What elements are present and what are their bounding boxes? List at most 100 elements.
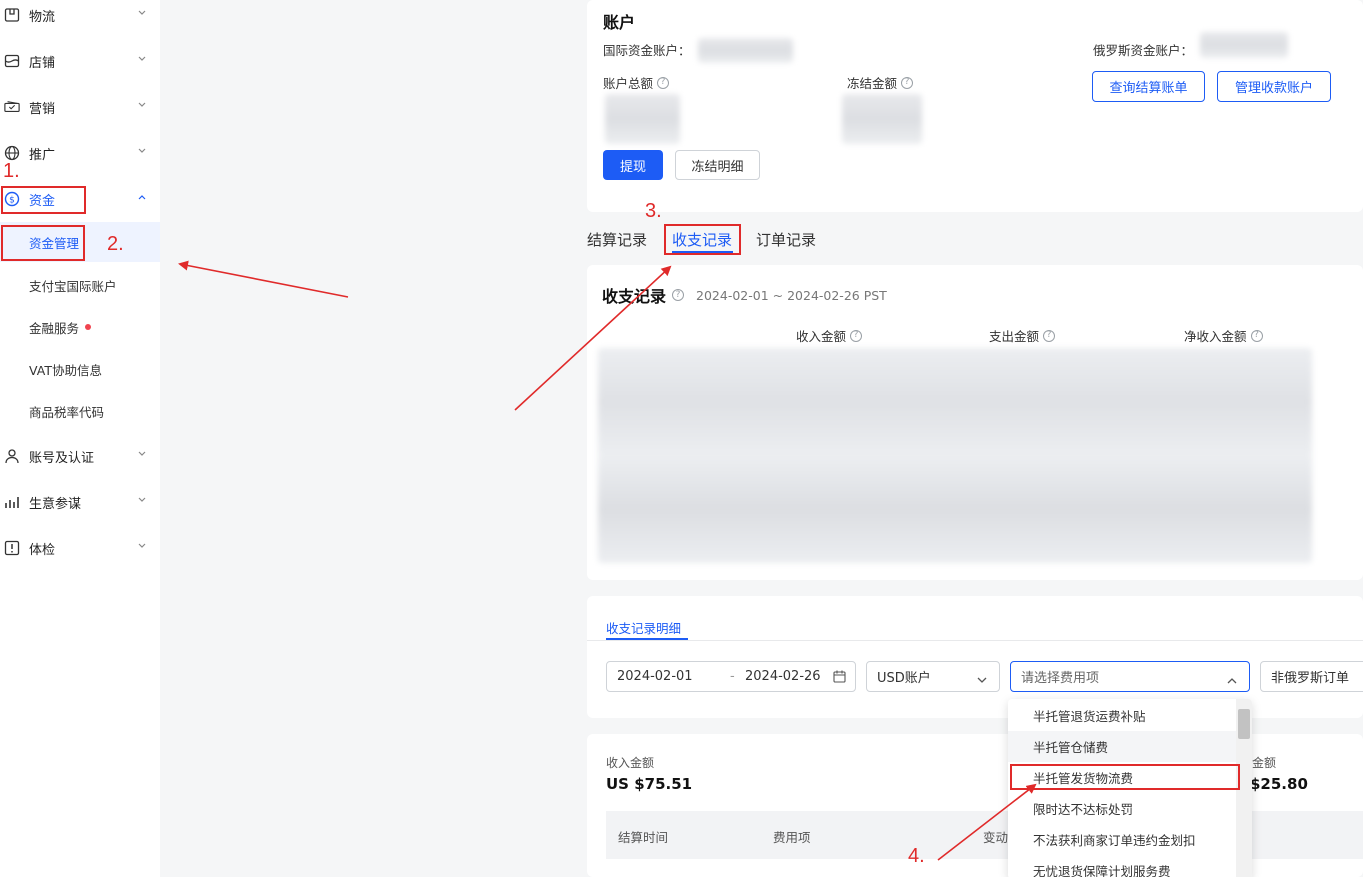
records-heading: 收支记录 ? 2024-02-01 ~ 2024-02-26 PST [602,283,887,307]
sidebar-subitem-alipay-intl[interactable]: 支付宝国际账户 [0,265,160,305]
store-icon [4,53,20,69]
sidebar-subitem-vat[interactable]: VAT协助信息 [0,349,160,389]
chevron-down-icon [977,673,987,688]
sidebar-item-label: 店铺 [29,55,56,71]
sidebar-item-logistics[interactable]: 物流 [0,0,160,35]
sidebar-subitem-financial-services[interactable]: 金融服务 [0,307,160,347]
help-icon[interactable]: ? [850,329,863,342]
frozen-detail-button[interactable]: 冻结明细 [675,150,760,180]
sidebar-item-label: 账号及认证 [29,450,95,466]
withdraw-button[interactable]: 提现 [603,150,663,180]
column-header-change: 变动 [983,830,1009,845]
partial-summary-value: $25.80 [1250,775,1308,793]
currency-account-select[interactable]: USD账户 [866,661,1000,692]
frozen-amount-text: 冻结金额 [847,76,898,91]
annotation-box-funds [1,186,86,214]
currency-select-value: USD账户 [877,671,931,686]
sidebar-item-store[interactable]: 店铺 [0,41,160,81]
sidebar-subitem-tax-code[interactable]: 商品税率代码 [0,391,160,431]
income-column-header: 收入金额? [796,326,863,345]
sidebar-item-label: 营销 [29,101,56,117]
fee-option[interactable]: 半托管退货运费补贴 [1008,700,1236,731]
manage-receipt-account-button[interactable]: 管理收款账户 [1217,71,1331,102]
query-settlement-button[interactable]: 查询结算账单 [1092,71,1205,102]
order-select-value: 非俄罗斯订单 [1271,671,1350,686]
chevron-up-icon [1227,673,1237,688]
blurred-value [605,94,680,144]
order-type-select[interactable]: 非俄罗斯订单 [1260,661,1363,692]
health-check-icon [4,540,20,556]
calendar-icon [833,670,846,687]
ru-account-label: 俄罗斯资金账户： [1093,43,1194,58]
total-amount-label: 账户总额 ? [603,73,670,92]
sidebar-item-label: 体检 [29,542,56,558]
column-header-fee: 费用项 [773,830,811,845]
date-separator: - [730,669,735,684]
sidebar-item-business-advisor[interactable]: 生意参谋 [0,482,160,522]
fee-option[interactable]: 无忧退货保障计划服务费 [1008,855,1236,877]
records-date-range: 2024-02-01 ~ 2024-02-26 PST [696,287,887,303]
frozen-amount-label: 冻结金额 ? [847,73,914,92]
notification-dot [85,324,92,330]
chevron-down-icon [137,100,147,110]
user-icon [4,448,20,464]
income-column-text: 收入金额 [796,329,847,344]
chevron-down-icon [137,54,147,64]
sidebar-item-promotion[interactable]: 推广 [0,133,160,173]
annotation-box-fee-option [1010,764,1240,790]
annotation-box-funds-management [1,225,85,261]
scrollbar-thumb[interactable] [1238,709,1250,739]
blurred-value [842,94,922,144]
help-icon[interactable]: ? [901,76,914,89]
blurred-value [1200,32,1288,58]
sidebar-item-label: 推广 [29,147,56,163]
fee-option[interactable]: 限时达不达标处罚 [1008,793,1236,824]
sidebar-item-label: 物流 [29,9,56,25]
sidebar-item-health-check[interactable]: 体检 [0,528,160,568]
bar-chart-icon [4,494,20,510]
globe-icon [4,145,20,161]
chevron-down-icon [137,8,147,18]
fee-item-select[interactable]: 请选择费用项 [1010,661,1250,692]
expense-column-header: 支出金额? [989,326,1056,345]
sidebar-subitem-label: 金融服务 [29,320,80,336]
annotation-number: 3. [645,200,662,222]
help-icon[interactable]: ? [1043,329,1056,342]
partial-summary-label: 金额 [1252,756,1277,770]
help-icon[interactable]: ? [657,76,670,89]
sidebar-item-account[interactable]: 账号及认证 [0,436,160,476]
chevron-down-icon [137,449,147,459]
annotation-box-tab [664,224,741,255]
intl-account-label: 国际资金账户： [603,43,691,58]
net-income-column-text: 净收入金额 [1184,329,1247,344]
blurred-records-table [598,348,1312,563]
tab-settlement-records[interactable]: 结算记录 [587,229,647,250]
account-title: 账户 [603,13,636,32]
chevron-down-icon [137,541,147,551]
date-range-picker[interactable]: 2024-02-01 - 2024-02-26 [606,661,856,692]
net-income-column-header: 净收入金额? [1184,326,1263,345]
column-header-time: 结算时间 [618,830,669,845]
annotation-number: 4. [908,845,925,867]
arrow-to-funds-management [178,260,349,298]
tab-detail-records[interactable]: 收支记录明细 [606,618,681,637]
sidebar-subitem-label: 商品税率代码 [29,404,105,420]
chevron-up-icon [137,192,147,202]
fee-option[interactable]: 不法获利商家订单违约金划扣 [1008,824,1236,855]
help-icon[interactable]: ? [672,289,685,301]
tab-order-records[interactable]: 订单记录 [756,229,816,250]
sidebar-item-marketing[interactable]: 营销 [0,87,160,127]
total-amount-text: 账户总额 [603,76,654,91]
expense-column-text: 支出金额 [989,329,1040,344]
sidebar-item-label: 生意参谋 [29,496,82,512]
fee-option[interactable]: 半托管仓储费 [1008,731,1236,762]
fee-select-placeholder: 请选择费用项 [1021,671,1100,686]
chevron-down-icon [137,495,147,505]
annotation-number: 2. [107,233,124,255]
income-summary-label: 收入金额 [606,756,655,770]
divider [587,640,1363,641]
help-icon[interactable]: ? [1250,329,1263,342]
start-date: 2024-02-01 [617,669,693,684]
income-summary-value: US $75.51 [606,775,693,793]
sidebar-subitem-label: 支付宝国际账户 [29,278,117,294]
